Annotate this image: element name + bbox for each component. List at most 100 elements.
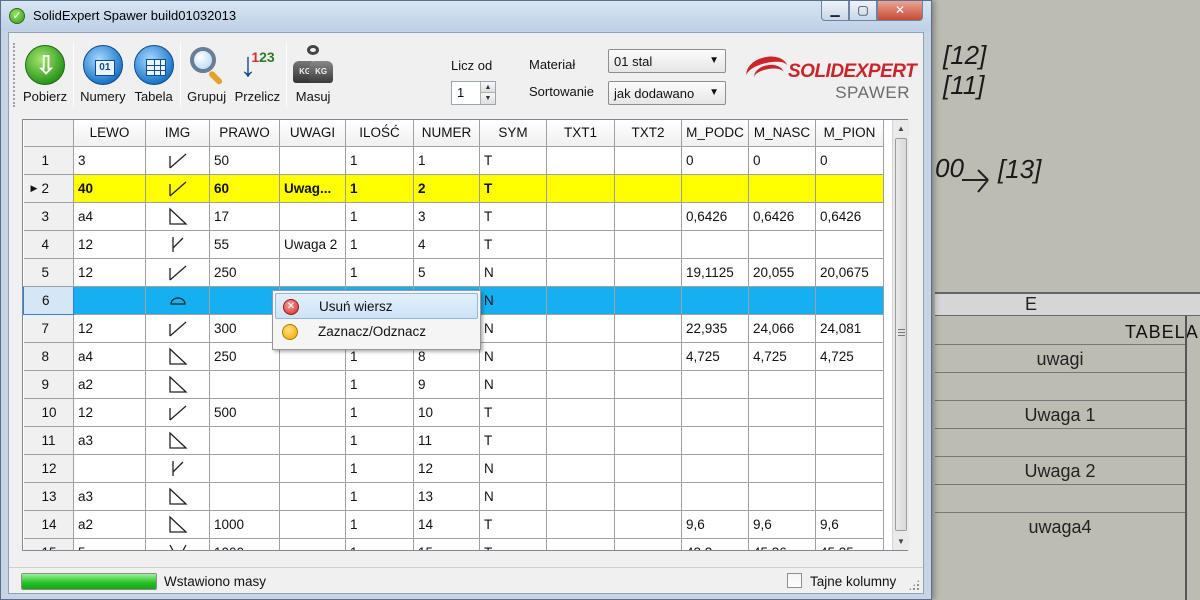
cell-prawo[interactable]: 300 bbox=[209, 314, 280, 343]
cell-txt1[interactable] bbox=[546, 230, 615, 259]
row-header[interactable]: 9 bbox=[23, 370, 74, 399]
cell-lewo[interactable]: a2 bbox=[73, 370, 146, 399]
cell-txt2[interactable] bbox=[614, 538, 682, 550]
cell-m-nasc[interactable] bbox=[748, 174, 816, 203]
scroll-down-icon[interactable]: ▼ bbox=[893, 533, 909, 550]
cell-ilosc[interactable]: 1 bbox=[345, 398, 414, 427]
cell-prawo[interactable] bbox=[209, 454, 280, 483]
row-header[interactable]: 8 bbox=[23, 342, 74, 371]
cell-uwagi[interactable] bbox=[279, 146, 346, 175]
cell-m-podc[interactable]: 19,1125 bbox=[681, 258, 749, 287]
cell-numer[interactable]: 4 bbox=[413, 230, 480, 259]
masuj-button[interactable]: KG KG Masuj bbox=[289, 39, 337, 113]
cell-m-podc[interactable]: 9,6 bbox=[681, 510, 749, 539]
column-header-sym[interactable]: SYM bbox=[479, 120, 547, 147]
cell-lewo[interactable] bbox=[73, 286, 146, 315]
column-header-uwagi[interactable]: UWAGI bbox=[279, 120, 346, 147]
cell-m-nasc[interactable] bbox=[748, 398, 816, 427]
weld-fillet-triangle-icon[interactable] bbox=[145, 342, 210, 371]
cell-txt1[interactable] bbox=[546, 426, 615, 455]
row-header[interactable]: 14 bbox=[23, 510, 74, 539]
cell-prawo[interactable]: 250 bbox=[209, 342, 280, 371]
scroll-up-icon[interactable]: ▲ bbox=[893, 120, 909, 137]
table-row[interactable]: 10 12 500 1 10 T bbox=[23, 398, 884, 427]
cell-sym[interactable]: N bbox=[479, 370, 547, 399]
cell-m-pion[interactable]: 20,0675 bbox=[815, 258, 884, 287]
table-row[interactable]: 14 a2 1000 1 14 T 9,6 9,6 9,6 bbox=[23, 510, 884, 539]
cell-uwagi[interactable] bbox=[279, 258, 346, 287]
app-icon[interactable]: ✓ bbox=[9, 8, 25, 24]
cell-numer[interactable]: 15 bbox=[413, 538, 480, 550]
przelicz-button[interactable]: ↓ 123 Przelicz bbox=[231, 39, 285, 113]
row-header[interactable]: 7 bbox=[23, 314, 74, 343]
cell-prawo[interactable] bbox=[209, 426, 280, 455]
cell-prawo[interactable] bbox=[209, 482, 280, 511]
cell-txt2[interactable] bbox=[614, 426, 682, 455]
cell-txt1[interactable] bbox=[546, 202, 615, 231]
weld-bevel-icon[interactable] bbox=[145, 230, 210, 259]
cell-sym[interactable]: T bbox=[479, 426, 547, 455]
scroll-thumb[interactable] bbox=[895, 138, 907, 531]
cell-sym[interactable]: T bbox=[479, 174, 547, 203]
cell-m-nasc[interactable] bbox=[748, 482, 816, 511]
pobierz-button[interactable]: Pobierz bbox=[19, 39, 71, 113]
cell-uwagi[interactable] bbox=[279, 398, 346, 427]
cell-lewo[interactable]: 12 bbox=[73, 314, 146, 343]
cell-txt1[interactable] bbox=[546, 510, 615, 539]
cell-txt1[interactable] bbox=[546, 398, 615, 427]
column-header-m-pion[interactable]: M_PION bbox=[815, 120, 884, 147]
cell-sym[interactable]: T bbox=[479, 146, 547, 175]
cell-m-pion[interactable] bbox=[815, 454, 884, 483]
weld-fillet-open-icon[interactable] bbox=[145, 314, 210, 343]
cell-prawo[interactable]: 17 bbox=[209, 202, 280, 231]
weld-bevel-icon[interactable] bbox=[145, 454, 210, 483]
row-header[interactable]: 3 bbox=[23, 202, 74, 231]
cell-numer[interactable]: 9 bbox=[413, 370, 480, 399]
material-select[interactable]: 01 stal ▼ bbox=[608, 49, 726, 73]
cell-m-podc[interactable]: 43,2 bbox=[681, 538, 749, 550]
weld-spot-icon[interactable] bbox=[145, 286, 210, 315]
vertical-scrollbar[interactable]: ▲ ▼ bbox=[892, 120, 909, 550]
tabela-button[interactable]: Tabela bbox=[130, 39, 178, 113]
cell-uwagi[interactable] bbox=[279, 202, 346, 231]
cell-m-pion[interactable]: 0,6426 bbox=[815, 202, 884, 231]
table-row[interactable]: 12 1 12 N bbox=[23, 454, 884, 483]
cell-txt1[interactable] bbox=[546, 342, 615, 371]
column-header-ilo-[interactable]: ILOŚĆ bbox=[345, 120, 414, 147]
cell-m-pion[interactable] bbox=[815, 370, 884, 399]
maximize-button[interactable]: ▢ bbox=[849, 1, 877, 21]
resize-grip[interactable] bbox=[908, 579, 920, 591]
spinner-up-icon[interactable]: ▲ bbox=[480, 82, 495, 93]
cell-m-podc[interactable]: 0 bbox=[681, 146, 749, 175]
table-row[interactable]: 5 12 250 1 5 N 19,1125 20,055 20,0675 bbox=[23, 258, 884, 287]
column-header-txt2[interactable]: TXT2 bbox=[614, 120, 682, 147]
cell-lewo[interactable]: a3 bbox=[73, 426, 146, 455]
grupuj-button[interactable]: Grupuj bbox=[183, 39, 231, 113]
cell-m-podc[interactable] bbox=[681, 174, 749, 203]
cell-numer[interactable]: 5 bbox=[413, 258, 480, 287]
cell-uwagi[interactable] bbox=[279, 426, 346, 455]
cell-lewo[interactable] bbox=[73, 454, 146, 483]
cell-sym[interactable]: N bbox=[479, 286, 547, 315]
cell-m-nasc[interactable] bbox=[748, 286, 816, 315]
cell-ilosc[interactable]: 1 bbox=[345, 230, 414, 259]
cell-m-podc[interactable]: 22,935 bbox=[681, 314, 749, 343]
row-header[interactable]: 12 bbox=[23, 454, 74, 483]
weld-v-groove-icon[interactable] bbox=[145, 538, 210, 550]
cell-numer[interactable]: 10 bbox=[413, 398, 480, 427]
cell-lewo[interactable]: a2 bbox=[73, 510, 146, 539]
cell-m-podc[interactable] bbox=[681, 454, 749, 483]
cell-sym[interactable]: T bbox=[479, 202, 547, 231]
cell-m-pion[interactable] bbox=[815, 230, 884, 259]
close-button[interactable]: ✕ bbox=[877, 1, 923, 21]
cell-txt1[interactable] bbox=[546, 286, 615, 315]
cell-m-nasc[interactable]: 24,066 bbox=[748, 314, 816, 343]
cell-txt1[interactable] bbox=[546, 146, 615, 175]
row-header[interactable]: 11 bbox=[23, 426, 74, 455]
cell-m-podc[interactable]: 0,6426 bbox=[681, 202, 749, 231]
cell-txt2[interactable] bbox=[614, 174, 682, 203]
cell-uwagi[interactable] bbox=[279, 482, 346, 511]
cell-prawo[interactable]: 500 bbox=[209, 398, 280, 427]
cell-lewo[interactable]: 5 bbox=[73, 538, 146, 550]
column-header-img[interactable]: IMG bbox=[145, 120, 210, 147]
